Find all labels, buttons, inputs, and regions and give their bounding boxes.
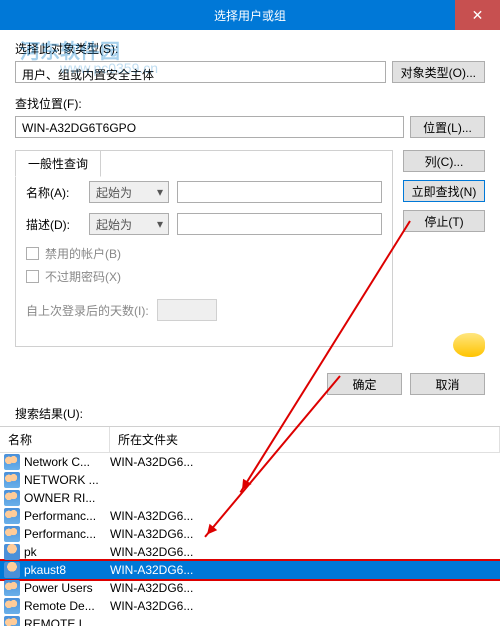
desc-label: 描述(D): [26, 216, 81, 233]
ok-button[interactable]: 确定 [327, 373, 402, 395]
disabled-accounts-label: 禁用的帐户(B) [45, 245, 121, 262]
list-item[interactable]: OWNER RI... [0, 489, 500, 507]
list-item[interactable]: Network C... WIN-A32DG6... [0, 453, 500, 471]
object-type-field: 用户、组或内置安全主体 [15, 61, 386, 83]
disabled-accounts-checkbox[interactable] [26, 247, 39, 260]
object-type-button[interactable]: 对象类型(O)... [392, 61, 485, 83]
item-name: Performanc... [24, 527, 96, 541]
cancel-button[interactable]: 取消 [410, 373, 485, 395]
name-input[interactable] [177, 181, 382, 203]
item-name: Remote De... [24, 599, 95, 613]
group-icon [4, 472, 20, 488]
list-item[interactable]: Power Users WIN-A32DG6... [0, 579, 500, 597]
item-name: pkaust8 [24, 563, 66, 577]
col-folder[interactable]: 所在文件夹 [110, 427, 500, 452]
query-groupbox: 一般性查询 名称(A): 起始为 描述(D): 起始为 禁用的帐户(B) [15, 150, 393, 347]
item-folder: WIN-A32DG6... [110, 599, 500, 613]
col-name[interactable]: 名称 [0, 427, 110, 452]
item-folder: WIN-A32DG6... [110, 509, 500, 523]
stop-button[interactable]: 停止(T) [403, 210, 485, 232]
item-folder: WIN-A32DG6... [110, 563, 500, 577]
desc-input[interactable] [177, 213, 382, 235]
list-item[interactable]: pkaust8 WIN-A32DG6... [0, 561, 500, 579]
group-icon [4, 580, 20, 596]
item-folder: WIN-A32DG6... [110, 545, 500, 559]
results-list[interactable]: 名称 所在文件夹 Network C... WIN-A32DG6... NETWOR… [0, 426, 500, 626]
item-name: NETWORK ... [24, 473, 99, 487]
list-item[interactable]: pk WIN-A32DG6... [0, 543, 500, 561]
title-bar: 选择用户或组 ✕ [0, 0, 500, 30]
columns-button[interactable]: 列(C)... [403, 150, 485, 172]
item-name: REMOTE I... [24, 617, 92, 626]
list-item[interactable]: NETWORK ... [0, 471, 500, 489]
group-icon [4, 454, 20, 470]
results-label: 搜索结果(U): [0, 401, 500, 426]
item-name: OWNER RI... [24, 491, 95, 505]
location-label: 查找位置(F): [15, 95, 485, 112]
item-name: pk [24, 545, 37, 559]
group-icon [4, 526, 20, 542]
item-name: Network C... [24, 455, 90, 469]
no-expire-label: 不过期密码(X) [45, 268, 121, 285]
desc-operator-select[interactable]: 起始为 [89, 213, 169, 235]
name-operator-select[interactable]: 起始为 [89, 181, 169, 203]
group-icon [4, 598, 20, 614]
general-query-tab[interactable]: 一般性查询 [15, 150, 101, 177]
item-folder: WIN-A32DG6... [110, 455, 500, 469]
no-expire-checkbox[interactable] [26, 270, 39, 283]
days-select[interactable] [157, 299, 217, 321]
item-folder: WIN-A32DG6... [110, 527, 500, 541]
list-header: 名称 所在文件夹 [0, 427, 500, 453]
list-item[interactable]: Performanc... WIN-A32DG6... [0, 525, 500, 543]
location-field: WIN-A32DG6T6GPO [15, 116, 404, 138]
search-icon [453, 333, 485, 357]
user-icon [4, 562, 20, 578]
close-button[interactable]: ✕ [455, 0, 500, 30]
days-label: 自上次登录后的天数(I): [26, 302, 149, 319]
item-folder: WIN-A32DG6... [110, 581, 500, 595]
list-item[interactable]: REMOTE I... [0, 615, 500, 626]
location-button[interactable]: 位置(L)... [410, 116, 485, 138]
name-label: 名称(A): [26, 184, 81, 201]
group-icon [4, 490, 20, 506]
dialog-title: 选择用户或组 [214, 7, 286, 24]
group-icon [4, 508, 20, 524]
list-item[interactable]: Remote De... WIN-A32DG6... [0, 597, 500, 615]
find-now-button[interactable]: 立即查找(N) [403, 180, 485, 202]
object-type-label: 选择此对象类型(S): [15, 40, 485, 57]
user-icon [4, 544, 20, 560]
item-name: Power Users [24, 581, 93, 595]
list-item[interactable]: Performanc... WIN-A32DG6... [0, 507, 500, 525]
item-name: Performanc... [24, 509, 96, 523]
group-icon [4, 616, 20, 626]
